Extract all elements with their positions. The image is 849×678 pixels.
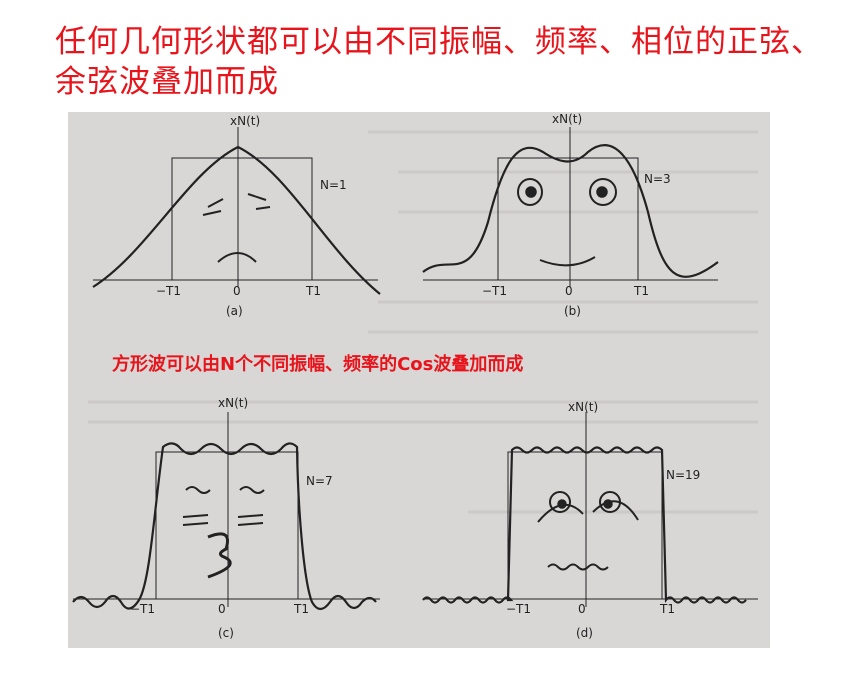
- panel-a-n-label: N=1: [320, 178, 347, 192]
- panel-b-zero-tick: 0: [565, 284, 573, 298]
- panel-b-pos-tick: T1: [634, 284, 649, 298]
- fourier-figure: [72, 127, 758, 611]
- panel-c-n-label: N=7: [306, 474, 333, 488]
- panel-d-ylabel: xN(t): [568, 400, 599, 414]
- panel-c-zero-tick: 0: [218, 602, 226, 616]
- textbook-photo: xN(t) N=1 −T1 0 T1 (a) xN(t) N=3 −T1 0 T…: [68, 112, 770, 648]
- panel-a-zero-tick: 0: [233, 284, 241, 298]
- panel-b-sublabel: (b): [564, 304, 581, 318]
- caption: 方形波可以由N个不同振幅、频率的Cos波叠加而成: [112, 354, 524, 375]
- panel-c: [72, 412, 380, 611]
- panel-b: [422, 127, 719, 287]
- panel-d-pos-tick: T1: [660, 602, 675, 616]
- panel-d-neg-tick: −T1: [506, 602, 532, 616]
- panel-a-neg-tick: −T1: [156, 284, 182, 298]
- panel-c-sublabel: (c): [218, 626, 234, 640]
- panel-a-pos-tick: T1: [306, 284, 321, 298]
- panel-c-ylabel: xN(t): [218, 396, 249, 410]
- panel-c-neg-tick: −T1: [130, 602, 156, 616]
- panel-d-zero-tick: 0: [578, 602, 586, 616]
- panel-a-sublabel: (a): [226, 304, 243, 318]
- panel-c-pos-tick: T1: [294, 602, 309, 616]
- panel-a: [92, 127, 381, 295]
- panel-d-n-label: N=19: [666, 468, 701, 482]
- panel-b-n-label: N=3: [644, 172, 671, 186]
- panel-a-ylabel: xN(t): [230, 114, 261, 128]
- panel-d: [422, 412, 758, 607]
- panel-b-neg-tick: −T1: [482, 284, 508, 298]
- panel-d-sublabel: (d): [576, 626, 593, 640]
- slide-title: 任何几何形状都可以由不同振幅、频率、相位的正弦、余弦波叠加而成: [55, 24, 823, 100]
- panel-b-ylabel: xN(t): [552, 112, 583, 126]
